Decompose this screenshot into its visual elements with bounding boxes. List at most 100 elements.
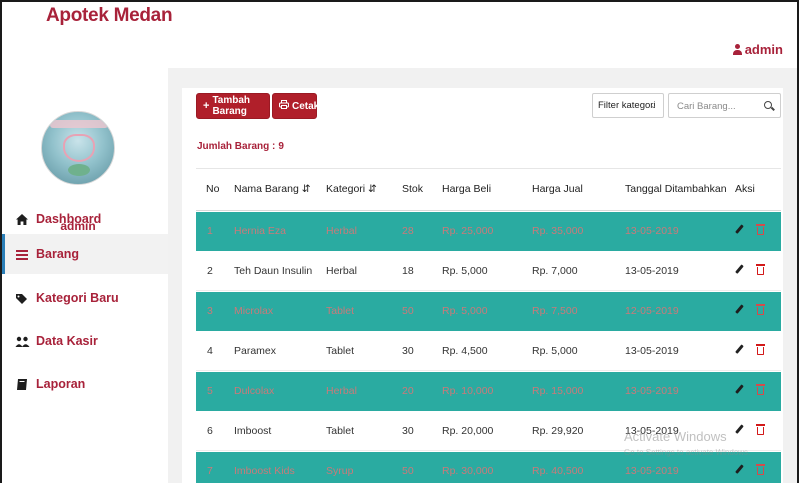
- cell-harga-beli: Rp. 10,000: [442, 385, 494, 397]
- edit-icon[interactable]: [734, 384, 744, 396]
- cell-nama-barang: Paramex: [234, 345, 277, 357]
- column-header-tanggal: Tanggal Ditambahkan: [625, 183, 727, 195]
- sidebar-item-kategori-baru[interactable]: Kategori Baru: [2, 278, 168, 318]
- delete-icon[interactable]: [756, 424, 765, 435]
- edit-icon[interactable]: [734, 304, 744, 316]
- activate-windows-subtitle: Go to Settings to activate Windows.: [624, 448, 751, 457]
- cell-harga-beli: Rp. 4,500: [442, 345, 488, 357]
- table-row: 1 Hernia Eza Herbal 28 Rp. 25,000 Rp. 35…: [196, 211, 781, 251]
- cell-harga-jual: Rp. 40,500: [532, 465, 584, 477]
- sidebar-item-label: Data Kasir: [36, 334, 98, 348]
- cell-kategori: Tablet: [326, 425, 355, 437]
- cell-harga-jual: Rp. 7,500: [532, 305, 578, 317]
- cell-tanggal: 13-05-2019: [625, 265, 679, 277]
- cell-stok: 18: [402, 265, 414, 277]
- table-row: 3 Microlax Tablet 50 Rp. 5,000 Rp. 7,500…: [196, 291, 781, 331]
- cell-kategori: Herbal: [326, 385, 357, 397]
- cell-harga-jual: Rp. 15,000: [532, 385, 584, 397]
- cell-harga-jual: Rp. 5,000: [532, 345, 578, 357]
- column-header-aksi: Aksi: [735, 183, 755, 195]
- sidebar-item-label: Barang: [36, 247, 80, 261]
- cell-no: 3: [207, 305, 213, 317]
- column-header-harga-jual: Harga Jual: [532, 183, 583, 195]
- cell-nama-barang: Hernia Eza: [234, 225, 286, 237]
- cell-kategori: Syrup: [326, 465, 354, 477]
- top-header: Apotek Medan admin: [2, 2, 797, 68]
- item-count: Jumlah Barang :9: [197, 141, 284, 152]
- user-label: admin: [744, 42, 783, 57]
- cell-harga-jual: Rp. 29,920: [532, 425, 584, 437]
- user-icon: [732, 44, 742, 55]
- users-icon: [15, 335, 30, 348]
- column-header-nama-barang[interactable]: Nama Barang ⇵: [234, 183, 311, 195]
- column-header-harga-beli: Harga Beli: [442, 183, 492, 195]
- cell-no: 5: [207, 385, 213, 397]
- edit-icon[interactable]: [734, 224, 744, 236]
- cell-no: 4: [207, 345, 213, 357]
- cell-harga-jual: Rp. 35,000: [532, 225, 584, 237]
- edit-icon[interactable]: [734, 424, 744, 436]
- activate-windows-title: Activate Windows: [624, 429, 727, 444]
- search-icon[interactable]: [764, 101, 772, 109]
- cell-kategori: Herbal: [326, 265, 357, 277]
- item-count-value: 9: [278, 141, 284, 152]
- cell-harga-beli: Rp. 30,000: [442, 465, 494, 477]
- cell-stok: 50: [402, 305, 414, 317]
- chevron-down-icon: ⌄: [649, 100, 657, 110]
- cell-stok: 50: [402, 465, 414, 477]
- cell-kategori: Herbal: [326, 225, 357, 237]
- column-header-kategori[interactable]: Kategori ⇵: [326, 183, 377, 195]
- edit-icon[interactable]: [734, 344, 744, 356]
- sidebar-item-laporan[interactable]: Laporan: [2, 364, 168, 404]
- cell-harga-beli: Rp. 25,000: [442, 225, 494, 237]
- sidebar-item-barang[interactable]: Barang: [2, 234, 168, 274]
- cell-stok: 28: [402, 225, 414, 237]
- cell-nama-barang: Imboost: [234, 425, 272, 437]
- add-item-button[interactable]: + Tambah Barang: [196, 93, 270, 119]
- delete-icon[interactable]: [756, 384, 765, 395]
- delete-icon[interactable]: [756, 224, 765, 235]
- print-label: Cetak: [292, 100, 320, 112]
- sidebar-item-label: Kategori Baru: [36, 291, 119, 305]
- sidebar-item-data-kasir[interactable]: Data Kasir: [2, 321, 168, 361]
- user-menu[interactable]: admin: [732, 42, 783, 57]
- edit-icon[interactable]: [734, 464, 744, 476]
- cell-stok: 20: [402, 385, 414, 397]
- cell-no: 2: [207, 265, 213, 277]
- search-box: [668, 93, 781, 118]
- table-header: No Nama Barang ⇵ Kategori ⇵ Stok Harga B…: [196, 168, 781, 211]
- delete-icon[interactable]: [756, 344, 765, 355]
- cell-tanggal: 13-05-2019: [625, 345, 679, 357]
- tags-icon: [15, 292, 30, 305]
- cell-harga-beli: Rp. 5,000: [442, 265, 488, 277]
- cell-no: 7: [207, 465, 213, 477]
- sidebar-item-dashboard[interactable]: Dashboard: [2, 199, 168, 239]
- edit-icon[interactable]: [734, 264, 744, 276]
- cell-kategori: Tablet: [326, 305, 355, 317]
- brand-title[interactable]: Apotek Medan: [46, 5, 173, 27]
- cell-stok: 30: [402, 345, 414, 357]
- item-count-label: Jumlah Barang :: [197, 141, 276, 152]
- cell-tanggal: 12-05-2019: [625, 305, 679, 317]
- book-icon: [15, 378, 30, 391]
- category-filter-select[interactable]: Filter kategori ⌄: [592, 93, 664, 118]
- search-input[interactable]: [677, 98, 755, 114]
- column-header-no: No: [206, 183, 220, 195]
- print-button[interactable]: Cetak: [272, 93, 320, 119]
- sidebar: admin Dashboard Barang Kategori Baru Dat…: [2, 68, 168, 483]
- delete-icon[interactable]: [756, 264, 765, 275]
- column-header-stok: Stok: [402, 183, 424, 195]
- cell-nama-barang: Microlax: [234, 305, 274, 317]
- table-row: 4 Paramex Tablet 30 Rp. 4,500 Rp. 5,000 …: [196, 331, 781, 371]
- table-row: 2 Teh Daun Insulin Herbal 18 Rp. 5,000 R…: [196, 251, 781, 291]
- bars-icon: [15, 248, 30, 261]
- sidebar-item-label: Laporan: [36, 377, 86, 391]
- plus-icon: +: [203, 100, 210, 112]
- print-icon: [279, 100, 289, 112]
- cell-harga-beli: Rp. 20,000: [442, 425, 494, 437]
- delete-icon[interactable]: [756, 304, 765, 315]
- avatar: [41, 111, 115, 185]
- delete-icon[interactable]: [756, 464, 765, 475]
- cell-nama-barang: Teh Daun Insulin: [234, 265, 313, 277]
- cell-harga-jual: Rp. 7,000: [532, 265, 578, 277]
